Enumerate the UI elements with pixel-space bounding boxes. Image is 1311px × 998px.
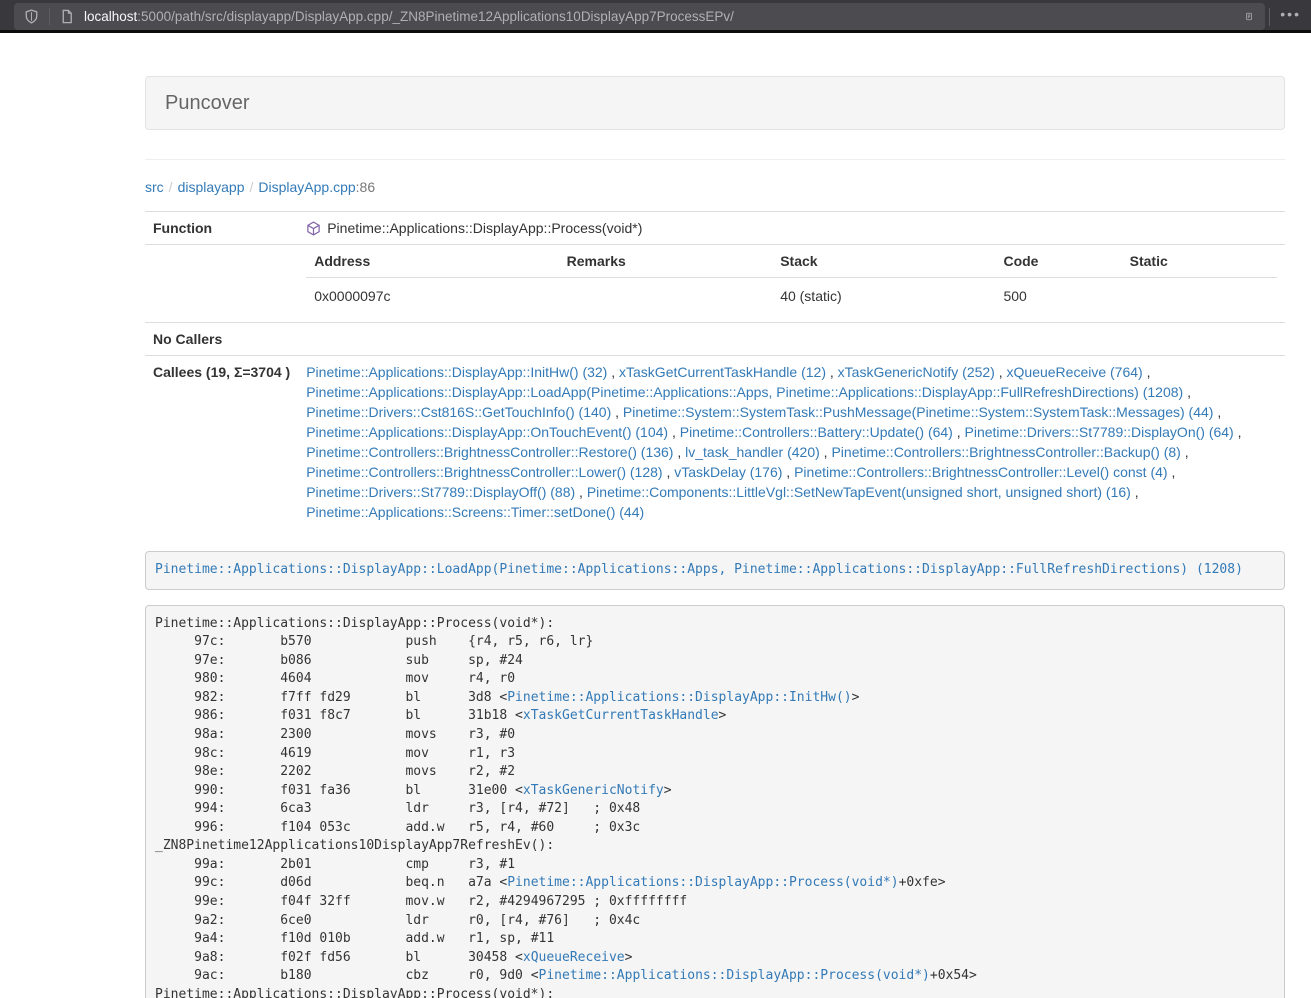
callee-link[interactable]: xQueueReceive (764) bbox=[1007, 364, 1143, 380]
assembly-symbol-link[interactable]: xQueueReceive bbox=[523, 950, 625, 965]
breadcrumb-separator: / bbox=[164, 179, 178, 195]
callee-link[interactable]: lv_task_handler (420) bbox=[685, 444, 820, 460]
callee-link[interactable]: Pinetime::Controllers::BrightnessControl… bbox=[306, 464, 662, 480]
breadcrumb-separator: / bbox=[245, 179, 259, 195]
cell-static bbox=[1122, 278, 1277, 315]
col-address: Address bbox=[306, 245, 558, 278]
callee-link[interactable]: Pinetime::Components::LittleVgl::SetNewT… bbox=[587, 484, 1131, 500]
callee-link[interactable]: Pinetime::Controllers::BrightnessControl… bbox=[794, 464, 1167, 480]
assembly-listing: Pinetime::Applications::DisplayApp::Proc… bbox=[145, 605, 1285, 998]
cell-address: 0x0000097c bbox=[306, 278, 558, 315]
url-host: localhost bbox=[84, 9, 137, 24]
callee-link[interactable]: Pinetime::Applications::Screens::Timer::… bbox=[306, 504, 644, 520]
callee-link[interactable]: Pinetime::Controllers::BrightnessControl… bbox=[831, 444, 1180, 460]
function-label: Function bbox=[145, 212, 298, 245]
col-remarks: Remarks bbox=[559, 245, 773, 278]
breadcrumb-link[interactable]: DisplayApp.cpp bbox=[258, 179, 355, 195]
divider bbox=[145, 159, 1285, 160]
menu-icon[interactable]: ••• bbox=[1276, 6, 1311, 28]
breadcrumb-link[interactable]: src bbox=[145, 179, 164, 195]
page-body: Puncover src/displayapp/DisplayApp.cpp:8… bbox=[0, 76, 1311, 998]
callees-row: Callees (19, Σ=3704 ) Pinetime::Applicat… bbox=[145, 356, 1285, 529]
callee-link[interactable]: Pinetime::System::SystemTask::PushMessag… bbox=[623, 404, 1214, 420]
col-code: Code bbox=[995, 245, 1121, 278]
shield-icon[interactable] bbox=[23, 9, 39, 25]
callees-label: Callees (19, Σ=3704 ) bbox=[145, 356, 298, 529]
app-header-panel: Puncover bbox=[145, 76, 1285, 130]
callee-link[interactable]: Pinetime::Applications::DisplayApp::OnTo… bbox=[306, 424, 668, 440]
no-callers-label: No Callers bbox=[145, 323, 298, 356]
breadcrumb-link[interactable]: displayapp bbox=[178, 179, 245, 195]
assembly-symbol-link[interactable]: Pinetime::Applications::DisplayApp::Proc… bbox=[507, 875, 898, 890]
highlighted-symbol-box: Pinetime::Applications::DisplayApp::Load… bbox=[145, 551, 1285, 590]
cell-code: 500 bbox=[995, 278, 1121, 315]
function-table: Function Pinetime::Applications::Display… bbox=[145, 211, 1285, 528]
callee-link[interactable]: Pinetime::Applications::DisplayApp::Init… bbox=[306, 364, 607, 380]
identity-separator bbox=[49, 8, 50, 25]
callee-link[interactable]: xTaskGetCurrentTaskHandle (12) bbox=[619, 364, 826, 380]
callee-link[interactable]: xTaskGenericNotify (252) bbox=[838, 364, 995, 380]
url-path: :5000/path/src/displayapp/DisplayApp.cpp… bbox=[137, 9, 734, 24]
breadcrumb: src/displayapp/DisplayApp.cpp:86 bbox=[145, 177, 1285, 197]
table-row: 0x0000097c 40 (static) 500 bbox=[306, 278, 1277, 315]
callee-link[interactable]: Pinetime::Drivers::St7789::DisplayOff() … bbox=[306, 484, 575, 500]
callee-link[interactable]: Pinetime::Drivers::St7789::DisplayOn() (… bbox=[965, 424, 1234, 440]
callee-link[interactable]: Pinetime::Applications::DisplayApp::Load… bbox=[306, 384, 1183, 400]
assembly-symbol-link[interactable]: xTaskGenericNotify bbox=[523, 783, 664, 798]
col-static: Static bbox=[1122, 245, 1277, 278]
no-callers-row: No Callers bbox=[145, 323, 1285, 356]
function-name: Pinetime::Applications::DisplayApp::Proc… bbox=[327, 218, 642, 238]
toolbar-separator bbox=[1269, 8, 1270, 26]
stats-row: Address Remarks Stack Code Static 0x0000… bbox=[145, 245, 1285, 323]
cube-icon bbox=[306, 221, 321, 236]
assembly-symbol-link[interactable]: Pinetime::Applications::DisplayApp::Init… bbox=[507, 690, 851, 705]
url-input[interactable]: localhost:5000/path/src/displayapp/Displ… bbox=[84, 9, 1241, 24]
highlighted-symbol-link[interactable]: Pinetime::Applications::DisplayApp::Load… bbox=[155, 562, 1243, 577]
breadcrumb-line-number: :86 bbox=[356, 179, 375, 195]
callee-link[interactable]: Pinetime::Drivers::Cst816S::GetTouchInfo… bbox=[306, 404, 611, 420]
col-stack: Stack bbox=[772, 245, 995, 278]
callee-link[interactable]: vTaskDelay (176) bbox=[674, 464, 782, 480]
function-row: Function Pinetime::Applications::Display… bbox=[145, 212, 1285, 245]
callee-link[interactable]: Pinetime::Controllers::BrightnessControl… bbox=[306, 444, 673, 460]
cell-remarks bbox=[559, 278, 773, 315]
cell-stack: 40 (static) bbox=[772, 278, 995, 315]
reader-mode-icon[interactable] bbox=[1241, 9, 1257, 25]
assembly-symbol-link[interactable]: Pinetime::Applications::DisplayApp::Proc… bbox=[539, 968, 930, 983]
page-info-icon[interactable] bbox=[59, 9, 75, 25]
assembly-symbol-link[interactable]: xTaskGetCurrentTaskHandle bbox=[523, 708, 719, 723]
app-title-link[interactable]: Puncover bbox=[165, 92, 250, 114]
browser-toolbar: localhost:5000/path/src/displayapp/Displ… bbox=[0, 0, 1311, 33]
callee-link[interactable]: Pinetime::Controllers::Battery::Update()… bbox=[680, 424, 953, 440]
callees-list: Pinetime::Applications::DisplayApp::Init… bbox=[298, 356, 1285, 529]
stats-table: Address Remarks Stack Code Static 0x0000… bbox=[306, 245, 1277, 314]
address-bar[interactable]: localhost:5000/path/src/displayapp/Displ… bbox=[14, 3, 1265, 30]
